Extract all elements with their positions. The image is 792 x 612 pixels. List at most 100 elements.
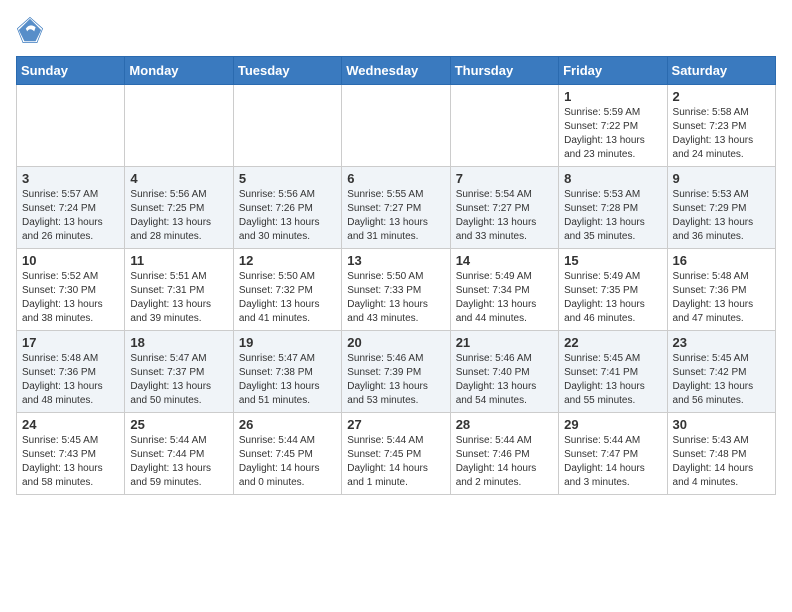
day-number: 3 [22,171,119,186]
day-number: 4 [130,171,227,186]
day-info: Sunrise: 5:53 AM Sunset: 7:28 PM Dayligh… [564,188,661,244]
daylight: Daylight: 13 hours and 24 minutes. [673,135,754,160]
day-info: Sunrise: 5:46 AM Sunset: 7:39 PM Dayligh… [347,352,444,408]
day-number: 17 [22,335,119,350]
day-info: Sunrise: 5:54 AM Sunset: 7:27 PM Dayligh… [456,188,553,244]
daylight: Daylight: 13 hours and 51 minutes. [239,381,320,406]
day-info: Sunrise: 5:44 AM Sunset: 7:45 PM Dayligh… [347,434,444,490]
daylight: Daylight: 13 hours and 48 minutes. [22,381,103,406]
day-info: Sunrise: 5:46 AM Sunset: 7:40 PM Dayligh… [456,352,553,408]
day-cell: 10 Sunrise: 5:52 AM Sunset: 7:30 PM Dayl… [17,249,125,331]
sunrise: Sunrise: 5:54 AM [456,189,532,200]
week-row-0: 1 Sunrise: 5:59 AM Sunset: 7:22 PM Dayli… [17,85,776,167]
day-cell: 22 Sunrise: 5:45 AM Sunset: 7:41 PM Dayl… [559,331,667,413]
daylight: Daylight: 13 hours and 47 minutes. [673,299,754,324]
sunset: Sunset: 7:22 PM [564,121,638,132]
day-cell: 5 Sunrise: 5:56 AM Sunset: 7:26 PM Dayli… [233,167,341,249]
sunrise: Sunrise: 5:50 AM [347,271,423,282]
daylight: Daylight: 13 hours and 23 minutes. [564,135,645,160]
week-row-1: 3 Sunrise: 5:57 AM Sunset: 7:24 PM Dayli… [17,167,776,249]
sunrise: Sunrise: 5:45 AM [22,435,98,446]
sunset: Sunset: 7:46 PM [456,449,530,460]
day-header-sunday: Sunday [17,57,125,85]
sunset: Sunset: 7:32 PM [239,285,313,296]
day-info: Sunrise: 5:47 AM Sunset: 7:37 PM Dayligh… [130,352,227,408]
calendar: SundayMondayTuesdayWednesdayThursdayFrid… [16,56,776,495]
sunrise: Sunrise: 5:56 AM [239,189,315,200]
sunrise: Sunrise: 5:47 AM [130,353,206,364]
daylight: Daylight: 13 hours and 43 minutes. [347,299,428,324]
daylight: Daylight: 13 hours and 58 minutes. [22,463,103,488]
day-info: Sunrise: 5:56 AM Sunset: 7:25 PM Dayligh… [130,188,227,244]
daylight: Daylight: 14 hours and 0 minutes. [239,463,320,488]
sunset: Sunset: 7:37 PM [130,367,204,378]
sunrise: Sunrise: 5:52 AM [22,271,98,282]
day-cell: 8 Sunrise: 5:53 AM Sunset: 7:28 PM Dayli… [559,167,667,249]
day-number: 1 [564,89,661,104]
logo-icon [16,16,44,44]
sunset: Sunset: 7:23 PM [673,121,747,132]
day-number: 29 [564,417,661,432]
day-header-wednesday: Wednesday [342,57,450,85]
day-number: 22 [564,335,661,350]
day-number: 14 [456,253,553,268]
day-number: 23 [673,335,770,350]
daylight: Daylight: 13 hours and 30 minutes. [239,217,320,242]
day-cell: 11 Sunrise: 5:51 AM Sunset: 7:31 PM Dayl… [125,249,233,331]
day-number: 18 [130,335,227,350]
day-number: 8 [564,171,661,186]
day-number: 20 [347,335,444,350]
sunset: Sunset: 7:27 PM [456,203,530,214]
sunrise: Sunrise: 5:57 AM [22,189,98,200]
sunrise: Sunrise: 5:45 AM [564,353,640,364]
day-cell [233,85,341,167]
sunset: Sunset: 7:24 PM [22,203,96,214]
daylight: Daylight: 13 hours and 46 minutes. [564,299,645,324]
day-header-thursday: Thursday [450,57,558,85]
sunset: Sunset: 7:26 PM [239,203,313,214]
daylight: Daylight: 13 hours and 26 minutes. [22,217,103,242]
day-cell: 20 Sunrise: 5:46 AM Sunset: 7:39 PM Dayl… [342,331,450,413]
sunrise: Sunrise: 5:47 AM [239,353,315,364]
day-number: 2 [673,89,770,104]
sunset: Sunset: 7:44 PM [130,449,204,460]
sunset: Sunset: 7:47 PM [564,449,638,460]
day-number: 19 [239,335,336,350]
day-cell: 6 Sunrise: 5:55 AM Sunset: 7:27 PM Dayli… [342,167,450,249]
day-info: Sunrise: 5:50 AM Sunset: 7:33 PM Dayligh… [347,270,444,326]
sunrise: Sunrise: 5:53 AM [564,189,640,200]
day-cell: 25 Sunrise: 5:44 AM Sunset: 7:44 PM Dayl… [125,413,233,495]
day-cell: 17 Sunrise: 5:48 AM Sunset: 7:36 PM Dayl… [17,331,125,413]
day-cell: 28 Sunrise: 5:44 AM Sunset: 7:46 PM Dayl… [450,413,558,495]
sunrise: Sunrise: 5:48 AM [673,271,749,282]
day-info: Sunrise: 5:45 AM Sunset: 7:41 PM Dayligh… [564,352,661,408]
day-cell: 23 Sunrise: 5:45 AM Sunset: 7:42 PM Dayl… [667,331,775,413]
day-cell: 14 Sunrise: 5:49 AM Sunset: 7:34 PM Dayl… [450,249,558,331]
week-row-3: 17 Sunrise: 5:48 AM Sunset: 7:36 PM Dayl… [17,331,776,413]
sunrise: Sunrise: 5:48 AM [22,353,98,364]
day-number: 10 [22,253,119,268]
sunset: Sunset: 7:45 PM [239,449,313,460]
day-cell: 4 Sunrise: 5:56 AM Sunset: 7:25 PM Dayli… [125,167,233,249]
daylight: Daylight: 13 hours and 35 minutes. [564,217,645,242]
day-number: 27 [347,417,444,432]
sunset: Sunset: 7:38 PM [239,367,313,378]
day-cell [342,85,450,167]
sunrise: Sunrise: 5:53 AM [673,189,749,200]
day-header-tuesday: Tuesday [233,57,341,85]
day-cell: 13 Sunrise: 5:50 AM Sunset: 7:33 PM Dayl… [342,249,450,331]
day-number: 9 [673,171,770,186]
sunrise: Sunrise: 5:44 AM [456,435,532,446]
day-number: 26 [239,417,336,432]
sunrise: Sunrise: 5:44 AM [130,435,206,446]
day-cell: 15 Sunrise: 5:49 AM Sunset: 7:35 PM Dayl… [559,249,667,331]
day-info: Sunrise: 5:44 AM Sunset: 7:44 PM Dayligh… [130,434,227,490]
daylight: Daylight: 14 hours and 3 minutes. [564,463,645,488]
sunrise: Sunrise: 5:43 AM [673,435,749,446]
sunset: Sunset: 7:36 PM [22,367,96,378]
daylight: Daylight: 13 hours and 36 minutes. [673,217,754,242]
sunset: Sunset: 7:33 PM [347,285,421,296]
daylight: Daylight: 13 hours and 44 minutes. [456,299,537,324]
sunset: Sunset: 7:29 PM [673,203,747,214]
daylight: Daylight: 13 hours and 28 minutes. [130,217,211,242]
